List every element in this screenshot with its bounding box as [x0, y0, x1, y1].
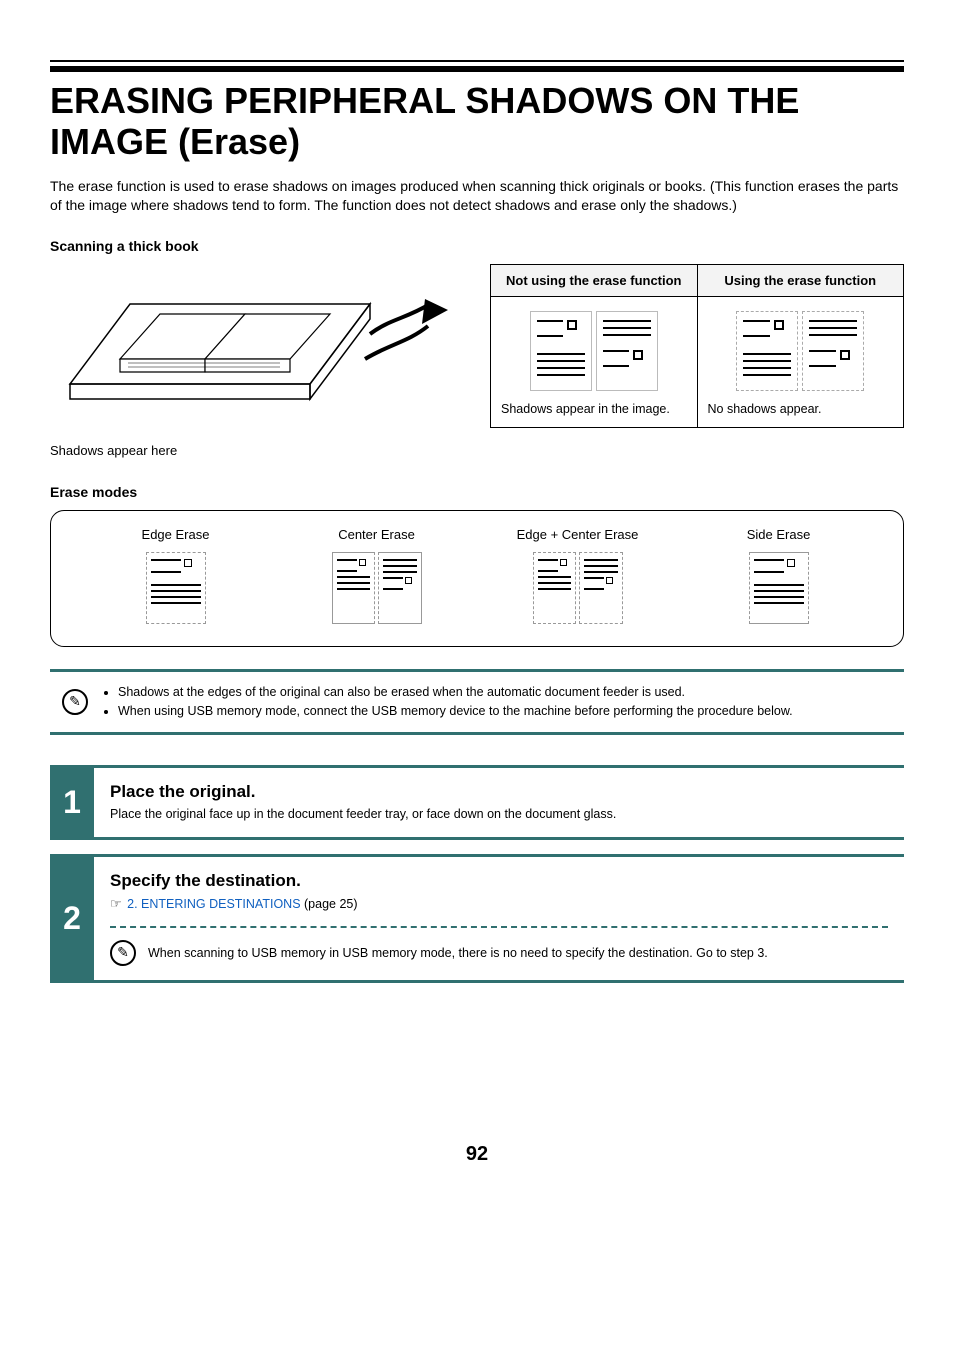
mode-side: Side Erase — [678, 527, 879, 624]
mini-page — [802, 311, 864, 391]
book-drawing — [50, 264, 450, 434]
step-title: Specify the destination. — [110, 871, 888, 891]
mode-edge-center: Edge + Center Erase — [477, 527, 678, 624]
scanning-subhead: Scanning a thick book — [50, 238, 904, 254]
pencil-icon: ✎ — [110, 940, 136, 966]
note-block: ✎ Shadows at the edges of the original c… — [50, 669, 904, 735]
mini-page — [530, 311, 592, 391]
compare-using-caption: No shadows appear. — [708, 401, 822, 417]
scanning-row: Shadows appear here Not using the erase … — [50, 264, 904, 458]
mini-page — [736, 311, 798, 391]
step-separator — [110, 926, 888, 928]
mode-edge: Edge Erase — [75, 527, 276, 624]
note-item: Shadows at the edges of the original can… — [118, 684, 793, 701]
note-item: When using USB memory mode, connect the … — [118, 703, 793, 720]
compare-not-using: Not using the erase function — [491, 265, 698, 427]
pencil-icon: ✎ — [62, 689, 88, 715]
intro-paragraph: The erase function is used to erase shad… — [50, 177, 904, 216]
erase-modes-subhead: Erase modes — [50, 484, 904, 500]
book-illustration-container: Shadows appear here — [50, 264, 450, 458]
step-note-text: When scanning to USB memory in USB memor… — [148, 946, 768, 960]
compare-not-using-caption: Shadows appear in the image. — [501, 401, 670, 417]
mode-center: Center Erase — [276, 527, 477, 624]
step-link-row: ☞ 2. ENTERING DESTINATIONS (page 25) — [110, 895, 888, 914]
mode-label: Center Erase — [338, 527, 415, 542]
step-text: Place the original face up in the docume… — [110, 806, 888, 824]
mode-label: Side Erase — [747, 527, 811, 542]
mini-pages-no-shadow — [736, 311, 864, 391]
shadows-caption: Shadows appear here — [50, 443, 450, 458]
page-title: ERASING PERIPHERAL SHADOWS ON THE IMAGE … — [50, 80, 904, 163]
step-1: 1 Place the original. Place the original… — [50, 765, 904, 841]
step-inner-note: ✎ When scanning to USB memory in USB mem… — [110, 940, 888, 966]
title-rule — [50, 60, 904, 72]
entering-destinations-link[interactable]: 2. ENTERING DESTINATIONS — [127, 897, 300, 911]
compare-not-using-head: Not using the erase function — [491, 265, 697, 297]
pointer-icon: ☞ — [110, 896, 122, 911]
step-number: 1 — [50, 768, 94, 838]
step-page-ref: (page 25) — [301, 897, 358, 911]
mini-page — [596, 311, 658, 391]
compare-table: Not using the erase function — [490, 264, 904, 458]
compare-using: Using the erase function — [698, 265, 904, 427]
step-2: 2 Specify the destination. ☞ 2. ENTERING… — [50, 854, 904, 983]
step-title: Place the original. — [110, 782, 888, 802]
mode-label: Edge Erase — [142, 527, 210, 542]
erase-modes-box: Edge Erase Center Erase Edge — [50, 510, 904, 647]
mode-label: Edge + Center Erase — [517, 527, 639, 542]
mini-pages-shadow — [530, 311, 658, 391]
step-number: 2 — [50, 857, 94, 980]
compare-using-head: Using the erase function — [698, 265, 904, 297]
page-number: 92 — [50, 1143, 904, 1166]
